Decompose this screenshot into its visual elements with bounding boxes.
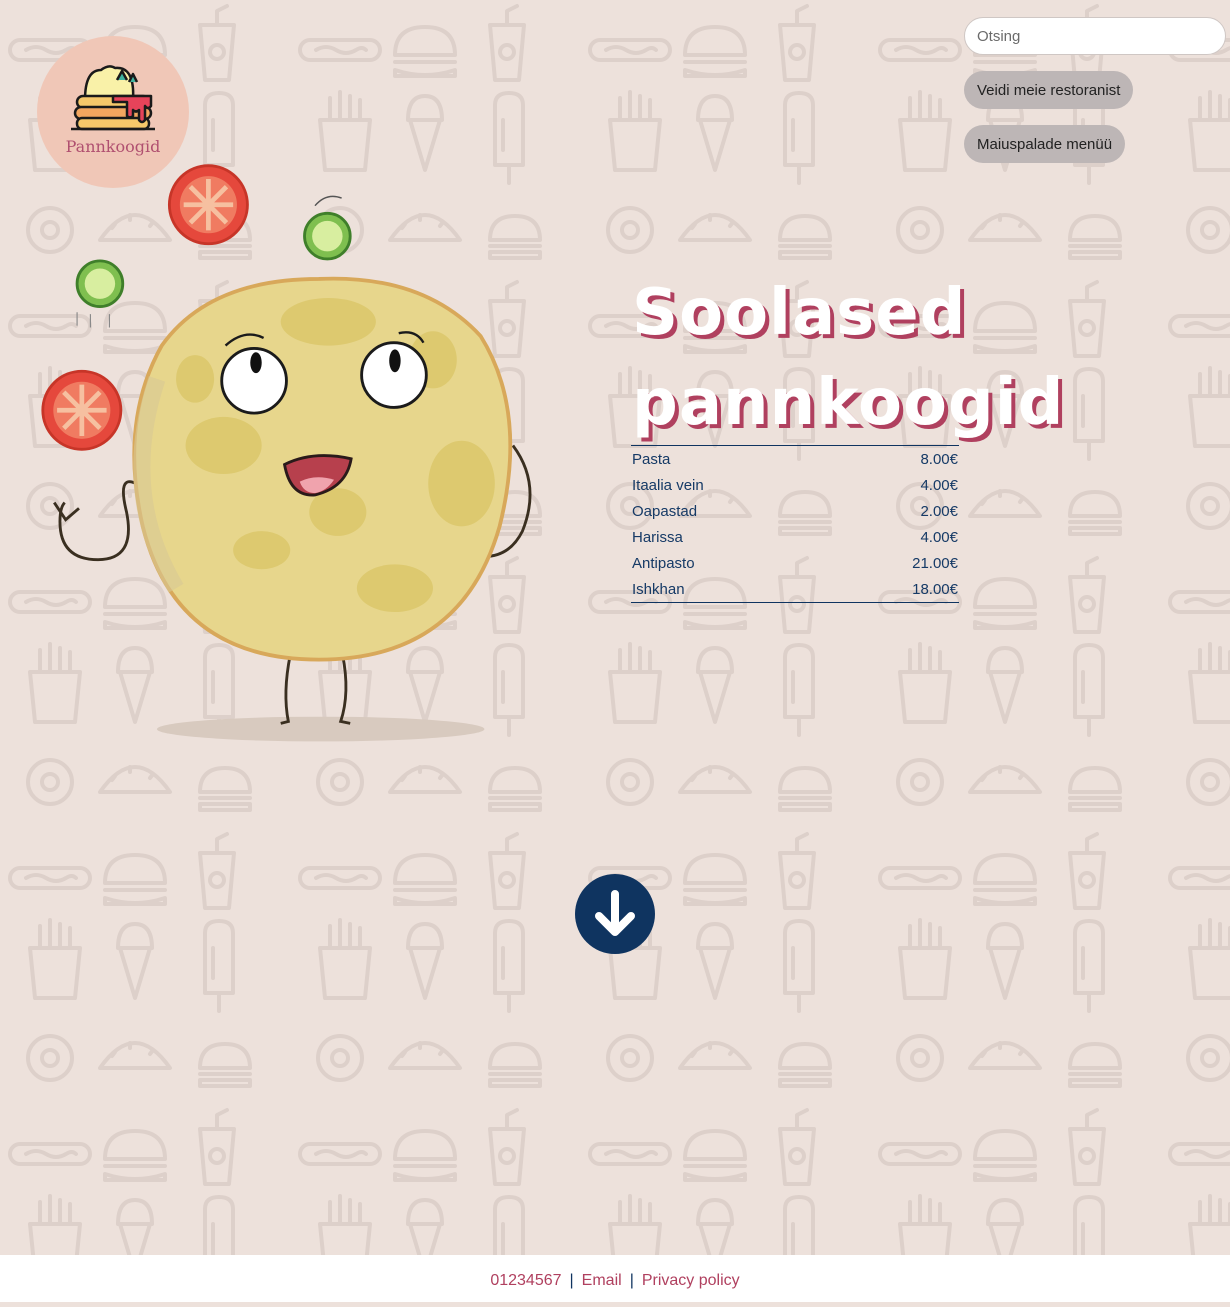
- table-row: Oapastad 2.00€: [631, 498, 959, 524]
- menu-price-table: Pasta 8.00€ Itaalia vein 4.00€ Oapastad …: [631, 445, 959, 603]
- logo-text: Pannkoogid: [65, 137, 161, 156]
- menu-item-price: 18.00€: [912, 580, 958, 598]
- menu-item-name: Itaalia vein: [632, 476, 704, 494]
- tomato-slice-icon: [167, 164, 249, 246]
- nav-about-button[interactable]: Veidi meie restoranist: [964, 71, 1134, 109]
- title-line-2: pannkoogid: [632, 366, 1065, 440]
- menu-item-name: Oapastad: [632, 502, 698, 520]
- footer-privacy-link[interactable]: Privacy policy: [642, 1272, 740, 1289]
- nav-menu-button[interactable]: Maiuspalade menüü: [964, 125, 1126, 163]
- menu-item-name: Pasta: [632, 450, 671, 468]
- page-title: Soolased pannkoogid: [632, 268, 1064, 448]
- cucumber-slice-icon: [303, 195, 352, 261]
- menu-item-price: 4.00€: [920, 476, 958, 494]
- menu-item-price: 21.00€: [912, 554, 958, 572]
- title-line-1: Soolased: [632, 276, 967, 350]
- scroll-down-button[interactable]: [575, 874, 655, 954]
- search-input[interactable]: [964, 17, 1226, 55]
- cucumber-slice-icon: [75, 259, 125, 328]
- table-row: Antipasto 21.00€: [631, 550, 959, 576]
- footer: 01234567 | Email | Privacy policy: [0, 1255, 1230, 1302]
- pancake-character-illustration: [41, 164, 532, 742]
- menu-item-name: Antipasto: [632, 554, 695, 572]
- pancake-stack-icon: [71, 65, 155, 131]
- footer-separator: |: [569, 1272, 574, 1289]
- menu-item-price: 2.00€: [920, 502, 958, 520]
- footer-separator: |: [629, 1272, 634, 1289]
- table-row: Ishkhan 18.00€: [631, 576, 959, 603]
- footer-phone-link[interactable]: 01234567: [490, 1272, 561, 1289]
- menu-item-price: 8.00€: [920, 450, 958, 468]
- table-row: Pasta 8.00€: [631, 446, 959, 473]
- arrow-down-icon: [595, 890, 635, 936]
- table-row: Harissa 4.00€: [631, 524, 959, 550]
- tomato-slice-icon: [41, 369, 123, 451]
- menu-item-name: Harissa: [632, 528, 683, 546]
- footer-email-link[interactable]: Email: [582, 1272, 622, 1289]
- menu-item-name: Ishkhan: [632, 580, 685, 598]
- table-row: Itaalia vein 4.00€: [631, 472, 959, 498]
- menu-item-price: 4.00€: [920, 528, 958, 546]
